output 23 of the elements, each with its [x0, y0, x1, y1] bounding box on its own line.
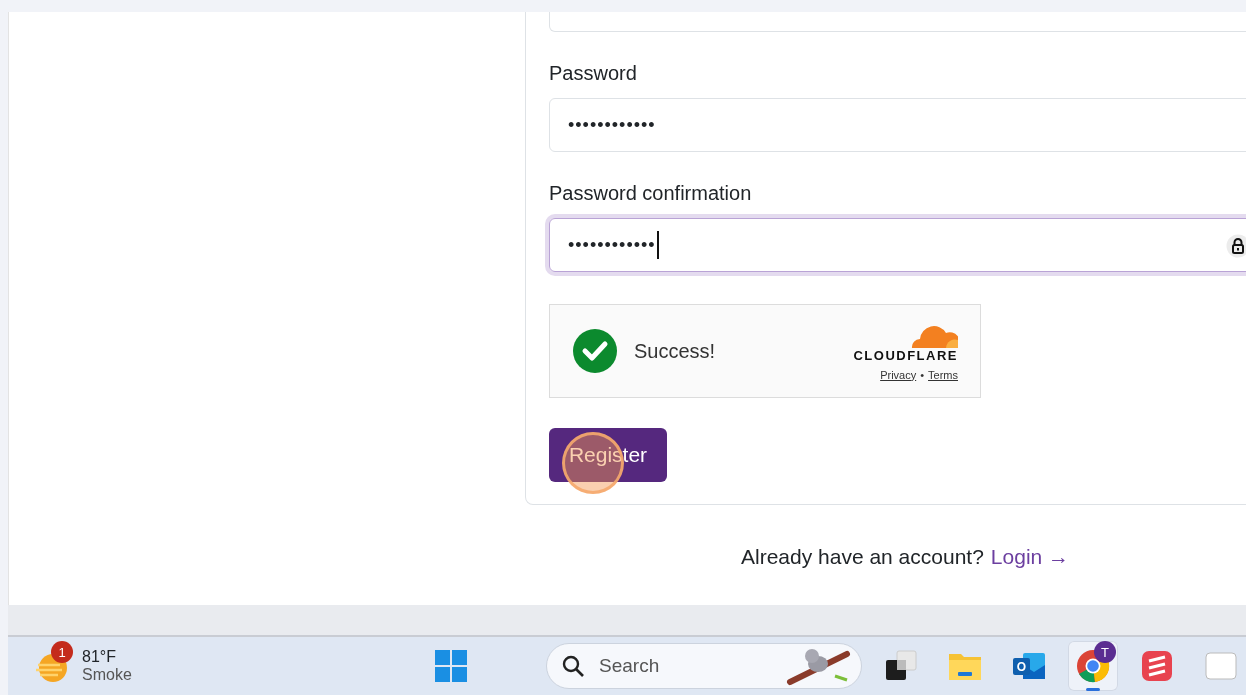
email-field[interactable] — [549, 12, 1246, 32]
stripes-app-icon — [1139, 648, 1175, 684]
weather-condition: Smoke — [82, 666, 132, 684]
link-separator: • — [920, 368, 925, 381]
taskbar-app[interactable]: O — [1004, 641, 1054, 691]
field-label: Password confirmation — [549, 182, 752, 205]
brand-name: CLOUDFLARE — [853, 347, 958, 363]
search-icon — [561, 654, 585, 678]
profile-badge: T — [1094, 641, 1116, 663]
lock-icon[interactable] — [1226, 234, 1246, 258]
login-prompt-text: Already have an account? — [741, 545, 984, 569]
checkmark-icon — [573, 329, 617, 373]
notification-badge: 1 — [51, 641, 73, 663]
search-field[interactable]: Search — [546, 643, 862, 689]
privacy-link[interactable]: Privacy — [880, 368, 917, 381]
terms-link[interactable]: Terms — [928, 368, 958, 381]
login-link[interactable]: Login → — [990, 545, 1070, 569]
field-label: Password — [549, 62, 637, 85]
windows-start-icon — [433, 648, 469, 684]
taskbar-app[interactable]: T — [1068, 641, 1118, 691]
temperature: 81°F — [82, 648, 117, 666]
password-field[interactable]: •••••••••••• — [549, 98, 1246, 152]
captcha-status: Success! — [634, 339, 717, 363]
